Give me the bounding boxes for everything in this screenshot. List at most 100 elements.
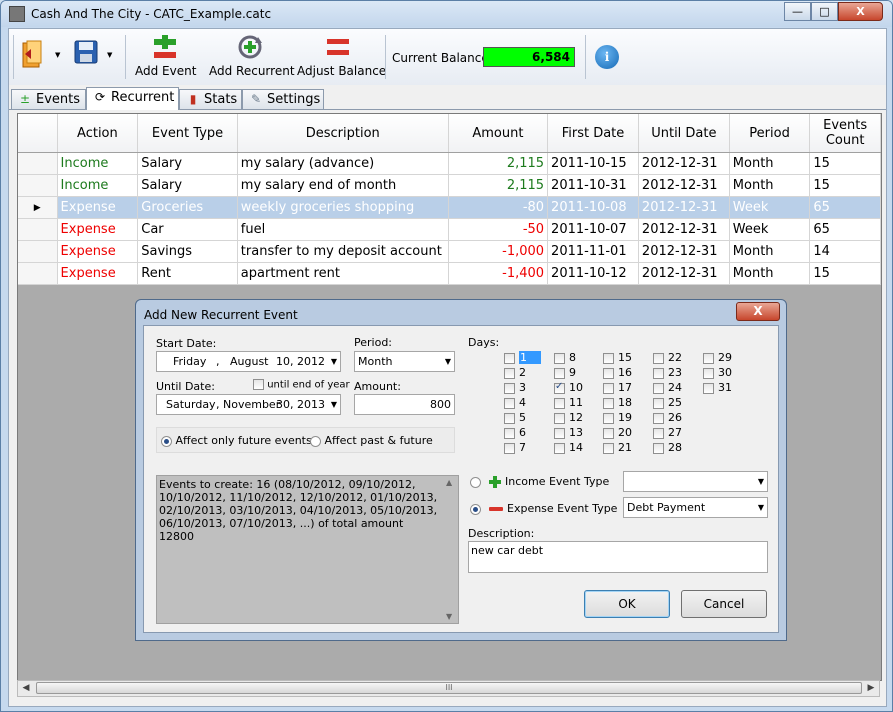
chevron-down-icon[interactable]: ▼ [445, 352, 451, 371]
checkbox-icon[interactable] [653, 367, 664, 379]
checkbox-icon[interactable] [603, 352, 614, 364]
horizontal-scrollbar[interactable]: ◀ III ▶ [17, 680, 880, 697]
affect-future-radio[interactable]: Affect only future events [161, 434, 312, 447]
checkbox-icon[interactable] [603, 442, 614, 454]
info-icon[interactable]: i [595, 45, 619, 69]
checkbox-icon[interactable] [653, 412, 664, 424]
day-checkbox-13[interactable]: 13 [554, 426, 583, 439]
table-row[interactable]: Expense Car fuel -50 2011-10-07 2012-12-… [18, 218, 881, 241]
start-date-picker[interactable]: Friday , August 10, 2012 ▼ [156, 351, 341, 372]
affect-past-radio[interactable]: Affect past & future [310, 434, 433, 447]
day-checkbox-21[interactable]: 21 [603, 441, 632, 454]
day-checkbox-30[interactable]: 30 [703, 366, 732, 379]
minimize-button[interactable]: — [784, 2, 811, 21]
open-file-button[interactable]: ▼ [21, 39, 65, 73]
checkbox-icon[interactable] [504, 382, 515, 394]
radio-selected-icon[interactable] [161, 435, 172, 447]
checkbox-icon[interactable] [253, 379, 264, 390]
dialog-close-button[interactable]: X [736, 302, 780, 321]
income-type-radio[interactable]: Income Event Type [470, 475, 609, 489]
expense-type-select[interactable]: Debt Payment ▼ [623, 497, 768, 518]
day-checkbox-4[interactable]: 4 [504, 396, 526, 409]
radio-icon[interactable] [310, 435, 321, 447]
day-checkbox-20[interactable]: 20 [603, 426, 632, 439]
period-select[interactable]: Month ▼ [354, 351, 455, 372]
checkbox-icon[interactable] [504, 442, 515, 454]
checkbox-icon[interactable] [703, 352, 714, 364]
checkbox-icon[interactable] [504, 427, 515, 439]
maximize-button[interactable]: □ [811, 2, 838, 21]
day-checkbox-12[interactable]: 12 [554, 411, 583, 424]
checkbox-icon[interactable] [653, 352, 664, 364]
row-header[interactable] [18, 152, 58, 175]
row-header[interactable] [18, 262, 58, 285]
save-file-button[interactable]: ▼ [73, 39, 117, 73]
column-header[interactable]: Until Date [638, 114, 730, 153]
day-checkbox-16[interactable]: 16 [603, 366, 632, 379]
table-row[interactable]: Expense Savings transfer to my deposit a… [18, 240, 881, 263]
checkbox-icon[interactable] [554, 352, 565, 364]
expense-type-radio[interactable]: Expense Event Type [470, 502, 617, 516]
chevron-down-icon[interactable]: ▼ [758, 472, 764, 491]
chevron-down-icon[interactable]: ▼ [331, 395, 337, 414]
until-end-of-year-checkbox[interactable]: until end of year [253, 379, 350, 391]
column-header[interactable]: Amount [448, 114, 549, 153]
checkbox-icon[interactable] [554, 412, 565, 424]
scroll-up-icon[interactable]: ▲ [446, 476, 452, 489]
checkbox-icon[interactable] [554, 397, 565, 409]
table-row[interactable]: Expense Rent apartment rent -1,400 2011-… [18, 262, 881, 285]
day-checkbox-18[interactable]: 18 [603, 396, 632, 409]
selected-row-indicator[interactable]: ▶ [18, 196, 58, 219]
summary-scrollbar[interactable]: ▲ ▼ [443, 476, 457, 623]
day-checkbox-17[interactable]: 17 [603, 381, 632, 394]
checkbox-icon[interactable] [504, 412, 515, 424]
checkbox-icon[interactable] [603, 427, 614, 439]
table-row[interactable]: Income Salary my salary end of month 2,1… [18, 174, 881, 197]
day-checkbox-14[interactable]: 14 [554, 441, 583, 454]
scroll-left-icon[interactable]: ◀ [18, 681, 34, 696]
radio-icon[interactable] [470, 476, 481, 488]
day-checkbox-24[interactable]: 24 [653, 381, 682, 394]
until-date-picker[interactable]: Saturday , November 30, 2013 ▼ [156, 394, 341, 415]
dropdown-arrow-icon[interactable]: ▼ [107, 51, 112, 59]
dropdown-arrow-icon[interactable]: ▼ [55, 51, 60, 59]
day-checkbox-8[interactable]: 8 [554, 351, 576, 364]
checkbox-icon[interactable] [504, 367, 515, 379]
day-checkbox-28[interactable]: 28 [653, 441, 682, 454]
checkbox-icon[interactable] [703, 367, 714, 379]
checkbox-icon[interactable] [603, 412, 614, 424]
day-checkbox-11[interactable]: 11 [554, 396, 583, 409]
day-checkbox-27[interactable]: 27 [653, 426, 682, 439]
chevron-down-icon[interactable]: ▼ [331, 352, 337, 371]
income-type-select[interactable]: ▼ [623, 471, 768, 492]
checkbox-icon[interactable] [504, 352, 515, 364]
day-checkbox-10[interactable]: 10 [554, 381, 583, 394]
day-checkbox-9[interactable]: 9 [554, 366, 576, 379]
day-checkbox-22[interactable]: 22 [653, 351, 682, 364]
checkbox-icon[interactable] [653, 427, 664, 439]
day-checkbox-2[interactable]: 2 [504, 366, 526, 379]
column-header[interactable]: Action [57, 114, 139, 153]
day-checkbox-1[interactable]: 1 [504, 351, 541, 364]
column-header[interactable]: First Date [547, 114, 639, 153]
scroll-down-icon[interactable]: ▼ [446, 610, 452, 623]
day-checkbox-29[interactable]: 29 [703, 351, 732, 364]
close-button[interactable]: X [838, 2, 883, 21]
add-recurrent-button[interactable]: Add Recurrent [209, 33, 295, 78]
checkbox-icon[interactable] [603, 397, 614, 409]
add-event-button[interactable]: Add Event [135, 33, 196, 78]
day-checkbox-26[interactable]: 26 [653, 411, 682, 424]
day-checkbox-19[interactable]: 19 [603, 411, 632, 424]
tab-stats[interactable]: ▮ Stats [179, 89, 242, 109]
ok-button[interactable]: OK [584, 590, 670, 618]
checkbox-icon[interactable] [653, 397, 664, 409]
radio-selected-icon[interactable] [470, 503, 481, 515]
checkbox-icon[interactable] [554, 427, 565, 439]
cancel-button[interactable]: Cancel [681, 590, 767, 618]
row-header[interactable] [18, 174, 58, 197]
day-checkbox-15[interactable]: 15 [603, 351, 632, 364]
description-input[interactable]: new car debt [468, 541, 768, 573]
tab-events[interactable]: ± Events [11, 89, 86, 109]
checkbox-icon[interactable] [504, 397, 515, 409]
checkbox-icon[interactable] [703, 382, 714, 394]
